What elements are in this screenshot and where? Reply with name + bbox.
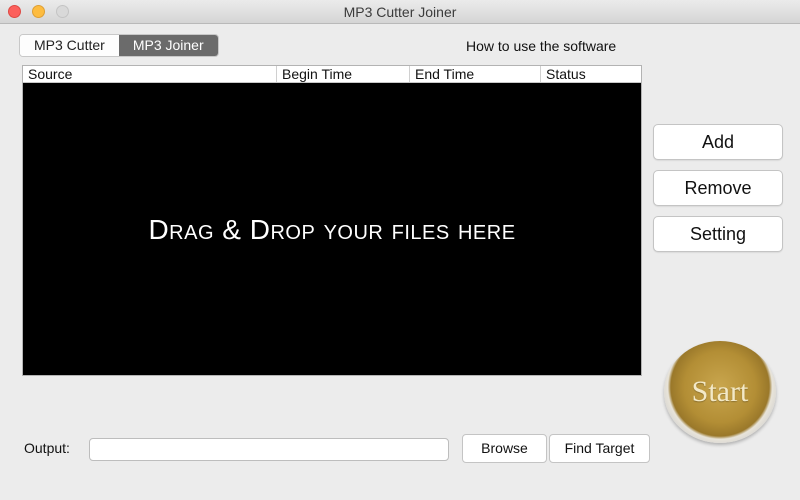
drop-zone[interactable]: Drag & Drop your files here [23, 84, 641, 375]
add-button[interactable]: Add [653, 124, 783, 160]
find-target-button[interactable]: Find Target [549, 434, 650, 463]
window-title: MP3 Cutter Joiner [343, 4, 457, 20]
column-header-end-time[interactable]: End Time [410, 66, 541, 82]
title-bar: MP3 Cutter Joiner [0, 0, 800, 24]
column-header-source[interactable]: Source [23, 66, 277, 82]
output-path-field[interactable] [89, 438, 449, 461]
file-table[interactable]: Source Begin Time End Time Status Drag &… [22, 65, 642, 376]
mode-tabs: MP3 Cutter MP3 Joiner [19, 34, 219, 57]
output-label: Output: [24, 440, 70, 456]
tab-mp3-cutter[interactable]: MP3 Cutter [20, 35, 119, 56]
column-header-begin-time[interactable]: Begin Time [277, 66, 410, 82]
tab-mp3-joiner[interactable]: MP3 Joiner [118, 35, 218, 56]
remove-button[interactable]: Remove [653, 170, 783, 206]
app-window: MP3 Cutter Joiner MP3 Cutter MP3 Joiner … [0, 0, 800, 500]
setting-button[interactable]: Setting [653, 216, 783, 252]
drop-zone-message: Drag & Drop your files here [148, 213, 516, 245]
start-label: Start [691, 375, 749, 408]
start-button[interactable]: Start [664, 341, 776, 443]
browse-button[interactable]: Browse [462, 434, 547, 463]
column-header-status[interactable]: Status [541, 66, 641, 82]
how-to-use-link[interactable]: How to use the software [466, 38, 616, 54]
table-header: Source Begin Time End Time Status [23, 66, 641, 83]
